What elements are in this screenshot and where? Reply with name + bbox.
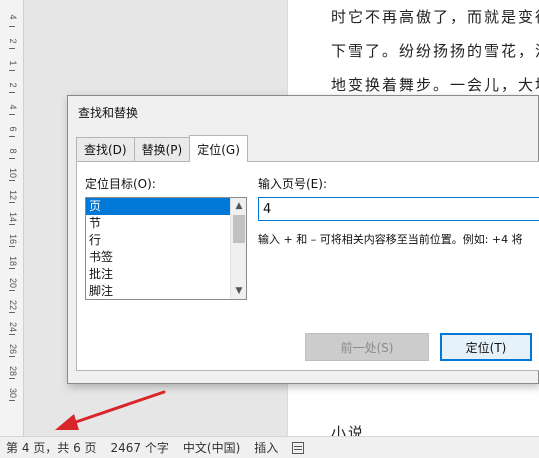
document-text-line: 地变换着舞步。一会儿，大地 (331, 76, 539, 94)
ruler-number: 20 (8, 277, 18, 288)
list-item[interactable]: 脚注 (86, 283, 230, 299)
scroll-up-icon[interactable]: ▲ (231, 198, 246, 214)
ruler-number: 10 (8, 167, 18, 178)
ruler-number: 6 (8, 126, 18, 132)
tab-find[interactable]: 查找(D) (76, 137, 135, 161)
scroll-thumb[interactable] (233, 215, 245, 243)
ruler-number: 24 (8, 321, 18, 332)
page-number-input[interactable] (258, 197, 539, 221)
document-text-line: 时它不再高傲了，而就是变得 (331, 8, 539, 26)
ruler-number: 18 (8, 255, 18, 266)
list-item[interactable]: 页 (86, 198, 230, 215)
goto-target-list[interactable]: 页 节 行 书签 批注 脚注 ▲ ▼ (85, 197, 247, 300)
list-item[interactable]: 书签 (86, 249, 230, 266)
ruler-number: 1 (8, 60, 18, 66)
ruler-number: 12 (8, 189, 18, 200)
ruler-number: 22 (8, 299, 18, 310)
ruler-number: 14 (8, 211, 18, 222)
ruler-number: 30 (8, 387, 18, 398)
ruler-number: 4 (8, 104, 18, 110)
page-count-status[interactable]: 第 4 页，共 6 页 (6, 439, 97, 456)
ruler-number: 4 (8, 14, 18, 20)
previous-button[interactable]: 前一处(S) (305, 333, 429, 361)
ruler-number: 8 (8, 148, 18, 154)
ruler-number: 26 (8, 343, 18, 354)
goto-target-label: 定位目标(O): (85, 177, 156, 191)
page-number-label: 输入页号(E): (258, 177, 327, 191)
list-item[interactable]: 批注 (86, 266, 230, 283)
dialog-tabs: 查找(D) 替换(P) 定位(G) (76, 135, 248, 162)
dialog-title: 查找和替换 (78, 106, 139, 120)
document-text-line: 下雪了。纷纷扬扬的雪花，洁 (331, 42, 539, 60)
tab-goto[interactable]: 定位(G) (189, 135, 248, 162)
ruler-number: 2 (8, 38, 18, 44)
list-item[interactable]: 行 (86, 232, 230, 249)
ruler-number: 28 (8, 365, 18, 376)
find-replace-dialog: 查找和替换 查找(D) 替换(P) 定位(G) 定位目标(O): 页 节 行 书… (67, 95, 539, 384)
tab-replace[interactable]: 替换(P) (133, 137, 191, 161)
scroll-down-icon[interactable]: ▼ (231, 283, 246, 299)
goto-button[interactable]: 定位(T) (440, 333, 532, 361)
ruler-number: 2 (8, 82, 18, 88)
status-bar: 第 4 页，共 6 页 2467 个字 中文(中国) 插入 (0, 436, 539, 458)
accessibility-icon[interactable] (292, 441, 305, 454)
goto-hint-text: 输入 + 和 – 可将相关内容移至当前位置。例如: +4 将 (258, 233, 523, 246)
ruler-number: 16 (8, 233, 18, 244)
list-item[interactable]: 节 (86, 215, 230, 232)
insert-mode-status[interactable]: 插入 (254, 439, 278, 456)
list-scrollbar[interactable]: ▲ ▼ (230, 198, 246, 299)
word-count-status[interactable]: 2467 个字 (111, 439, 169, 456)
vertical-ruler: 4 2 1 2 4 6 8 10 12 14 16 18 20 22 24 26… (0, 0, 24, 436)
language-status[interactable]: 中文(中国) (183, 439, 240, 456)
